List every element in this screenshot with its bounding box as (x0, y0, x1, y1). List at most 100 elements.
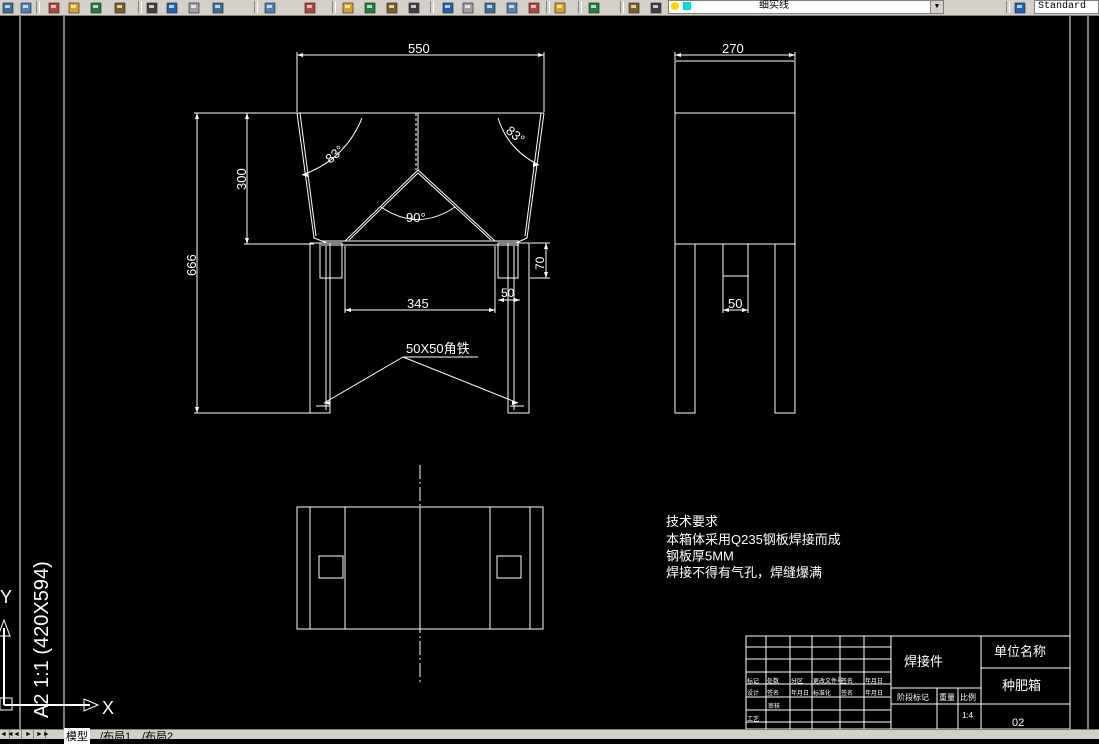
dim-550-arrow-right (538, 53, 544, 57)
text-style-combo[interactable]: Standard (1034, 0, 1099, 14)
tb-row-label-2: 年月日 (791, 689, 809, 697)
layer-combo[interactable]: 细实线 ▼ (668, 0, 944, 14)
toolbar-separator (36, 1, 40, 13)
zoom-previous-icon[interactable] (406, 0, 422, 14)
dim-70-arrow-bottom (544, 272, 548, 278)
standard-toolbar: 细实线 ▼ Standard (0, 0, 1099, 16)
front-triangle-inner (348, 172, 492, 241)
tab-layout2[interactable]: /布局2 (142, 728, 173, 744)
calculator-icon[interactable] (552, 0, 568, 14)
linetype-combo-value: 细实线 (759, 1, 789, 12)
tab-model[interactable]: 模型 (64, 728, 90, 744)
tb-part-type: 焊接件 (904, 654, 943, 669)
side-50-text: 50 (728, 296, 742, 311)
dim-apex-angle-text: 90° (406, 210, 426, 225)
tab-layout1[interactable]: /布局1 (100, 728, 131, 744)
redo-icon[interactable] (302, 0, 318, 14)
tb-scale: 1:4 (962, 711, 974, 720)
undo-icon[interactable] (262, 0, 278, 14)
toolbar-separator (138, 1, 142, 13)
tb-row-label-2: 签名 (841, 689, 853, 697)
tech-req-line: 本箱体采用Q235钢板焊接而成 (666, 532, 841, 547)
sheet-set-icon[interactable] (504, 0, 520, 14)
text-style-value: Standard (1038, 1, 1087, 12)
print-preview-icon[interactable] (66, 0, 82, 14)
dim-666-arrow-bottom (195, 407, 199, 413)
tb-drawing-number: 02 (1012, 717, 1024, 729)
tb-row-label-2: 设计 (747, 689, 759, 697)
dim-300-arrow-bottom (245, 238, 249, 244)
sheet-label: A2 1:1 (420X594) (31, 561, 53, 718)
layer-manager-icon[interactable] (626, 0, 642, 14)
toolbar-separator (620, 1, 624, 13)
side-body (674, 60, 796, 245)
tb-row-label-2: 签名 (767, 689, 779, 697)
tb-weight-label: 重量 (939, 692, 955, 702)
zoom-window-icon[interactable] (384, 0, 400, 14)
leader-line-right (402, 356, 519, 404)
3d-publish-icon[interactable] (112, 0, 128, 14)
dim-50-arrow-right (514, 298, 520, 302)
tech-req-line: 钢板厚5MM (666, 549, 734, 564)
tb-part-name: 种肥箱 (1002, 678, 1041, 693)
tb-unit-label: 单位名称 (994, 644, 1046, 659)
dim-300-text: 300 (234, 168, 249, 190)
side-50-arrow-right (742, 308, 748, 312)
toolbar-separator (430, 1, 434, 13)
dim-666-arrow-top (195, 113, 199, 119)
tb-stage-label: 阶段标记 (897, 692, 929, 702)
dim-345-arrow-right (489, 308, 495, 312)
side-270-arrow-left (675, 53, 681, 57)
tech-req-title: 技术要求 (666, 514, 718, 529)
front-triangle (344, 169, 496, 242)
leader-line-left (323, 356, 404, 404)
tb-row-label-2: 标准化 (813, 689, 831, 697)
text-style-icon[interactable] (1012, 0, 1028, 14)
side-right-leg (774, 243, 796, 414)
layer-state-icon[interactable] (648, 0, 664, 14)
next-tab-icon[interactable]: ► (24, 730, 34, 739)
toolbar-separator (1006, 1, 1010, 13)
save-icon[interactable] (18, 0, 34, 14)
drawing-svg: A2 1:1 (420X594) XY55030066683°83°90°3455… (0, 16, 1089, 729)
help-icon[interactable] (586, 0, 602, 14)
zoom-realtime-icon[interactable] (362, 0, 378, 14)
prev-tab-icon[interactable]: ◄ (12, 730, 22, 739)
chevron-down-icon[interactable]: ▼ (930, 1, 943, 13)
side-270-arrow-right (789, 53, 795, 57)
dim-550-arrow-left (297, 53, 303, 57)
leader-label: 50X50角铁 (406, 341, 470, 356)
tool-palettes-icon[interactable] (482, 0, 498, 14)
first-tab-icon[interactable]: ◄◄ (0, 730, 14, 739)
cut-icon[interactable] (144, 0, 160, 14)
print-icon[interactable] (46, 0, 62, 14)
markup-icon[interactable] (526, 0, 542, 14)
paste-icon[interactable] (186, 0, 202, 14)
toolbar-separator (254, 1, 258, 13)
design-center-icon[interactable] (460, 0, 476, 14)
dim-70-text: 70 (533, 256, 547, 270)
copy-icon[interactable] (164, 0, 180, 14)
dim-300-arrow-top (245, 113, 249, 119)
tb-row-label: 签名 (841, 677, 853, 685)
drawing-canvas[interactable]: A2 1:1 (420X594) X Y 550 300 666 83° 83° 90° 345 5… (0, 16, 1099, 729)
publish-icon[interactable] (88, 0, 104, 14)
last-tab-icon[interactable]: ►► (36, 730, 50, 739)
toolbar-separator (332, 1, 336, 13)
tb-scale-label: 比例 (960, 692, 976, 702)
tb-row-label: 年月日 (865, 677, 883, 685)
tech-req-line: 焊接不得有气孔，焊缝爆满 (666, 565, 822, 580)
front-hopper-left-side (296, 112, 328, 244)
open-icon[interactable] (0, 0, 16, 14)
tb-row-label: 处数 (767, 677, 779, 685)
tb-row-label: 更改文件号 (813, 677, 843, 685)
layout-tabs-bar: ◄◄ ◄ ► ►► 模型/布局1/布局2 (0, 728, 1099, 744)
match-properties-icon[interactable] (210, 0, 226, 14)
pan-icon[interactable] (340, 0, 356, 14)
dim-right-angle-text: 83° (503, 123, 528, 147)
side-270-text: 270 (722, 41, 744, 56)
dim-50-text: 50 (501, 286, 515, 300)
top-view-right-hole (496, 555, 522, 579)
tb-row-label: 分区 (791, 677, 803, 685)
properties-icon[interactable] (440, 0, 456, 14)
